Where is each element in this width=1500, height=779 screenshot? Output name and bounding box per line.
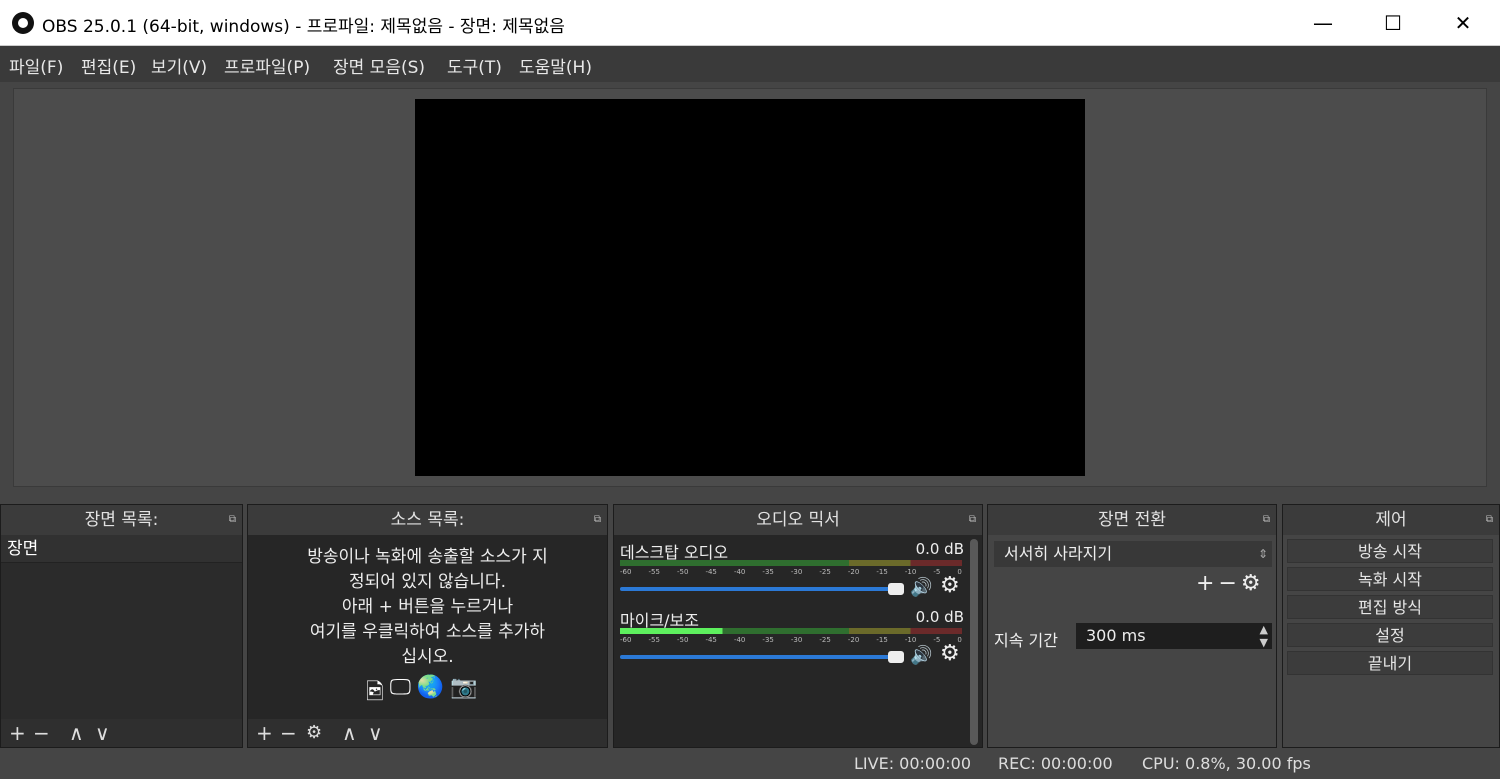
mixer-header-label: 오디오 믹서	[756, 510, 840, 530]
float-dock-icon[interactable]: ⧉	[1263, 505, 1270, 535]
scenes-header-label: 장면 목록:	[84, 510, 159, 530]
controls-dock: 제어 ⧉ 방송 시작 녹화 시작 편집 방식 설정 끝내기	[1282, 504, 1500, 748]
studio-mode-button[interactable]: 편집 방식	[1287, 595, 1493, 619]
menu-bar: 파일(F) 편집(E) 보기(V) 프로파일(P) 장면 모음(S) 도구(T)…	[0, 46, 1500, 82]
duration-input[interactable]: 300 ms ▲ ▼	[1076, 623, 1272, 649]
remove-source-button[interactable]: −	[280, 719, 297, 747]
sources-empty-message: 방송이나 녹화에 송출할 소스가 지 정되어 있지 않습니다. 아래 + 버튼을…	[248, 545, 607, 670]
add-scene-button[interactable]: +	[9, 719, 26, 747]
rec-timer: REC: 00:00:00	[998, 754, 1113, 773]
slider-thumb[interactable]	[888, 583, 904, 595]
transitions-dock: 장면 전환 ⧉ 서서히 사라지기 ⇕ +−⚙ 지속 기간 300 ms ▲ ▼	[987, 504, 1277, 748]
scenes-toolbar: + − ∧ ∨	[1, 719, 242, 747]
meter-ticks: -60 -55 -50 -45 -40 -35 -30 -25 -20 -15 -10 -5 0	[620, 568, 962, 576]
controls-header: 제어 ⧉	[1283, 505, 1499, 535]
move-scene-up-button[interactable]: ∧	[69, 719, 84, 747]
sources-header: 소스 목록: ⧉	[248, 505, 607, 535]
float-dock-icon[interactable]: ⧉	[594, 505, 601, 535]
mixer-scrollbar[interactable]	[970, 539, 978, 745]
volume-meter	[620, 628, 962, 634]
source-properties-button[interactable]: ⚙	[306, 719, 322, 747]
move-source-down-button[interactable]: ∨	[368, 719, 383, 747]
mixer-header: 오디오 믹서 ⧉	[614, 505, 982, 535]
menu-scene-collection[interactable]: 장면 모음(S)	[333, 53, 425, 78]
settings-button[interactable]: 설정	[1287, 623, 1493, 647]
float-dock-icon[interactable]: ⧉	[1486, 505, 1493, 535]
menu-edit[interactable]: 편집(E)	[81, 53, 136, 78]
live-timer: LIVE: 00:00:00	[854, 754, 972, 773]
menu-file[interactable]: 파일(F)	[9, 53, 63, 78]
menu-tools[interactable]: 도구(T)	[447, 53, 502, 78]
transitions-body: 서서히 사라지기 ⇕ +−⚙ 지속 기간 300 ms ▲ ▼	[988, 535, 1276, 747]
camera-icon: 📷	[450, 675, 478, 700]
scenes-list[interactable]: 장면	[1, 535, 242, 719]
cpu-fps: CPU: 0.8%, 30.00 fps	[1142, 754, 1311, 773]
start-streaming-button[interactable]: 방송 시작	[1287, 539, 1493, 563]
add-source-button[interactable]: +	[256, 719, 273, 747]
meter-ticks: -60 -55 -50 -45 -40 -35 -30 -25 -20 -15 -10 -5 0	[620, 636, 962, 644]
transitions-header: 장면 전환 ⧉	[988, 505, 1276, 535]
image-icon: 🖻	[366, 680, 384, 705]
mixer-channels: 데스크탑 오디오 0.0 dB -60 -55 -50 -45 -40 -35 -30 -25…	[614, 535, 982, 747]
gear-icon[interactable]: ⚙	[940, 641, 960, 666]
menu-help[interactable]: 도움말(H)	[519, 53, 592, 78]
audio-mixer-dock: 오디오 믹서 ⧉ 데스크탑 오디오 0.0 dB -60 -55 -50 -45 -40…	[613, 504, 983, 748]
scenes-dock: 장면 목록: ⧉ 장면 + − ∧ ∨	[0, 504, 243, 748]
gear-icon[interactable]: ⚙	[1241, 571, 1265, 596]
menu-view[interactable]: 보기(V)	[151, 53, 207, 78]
float-dock-icon[interactable]: ⧉	[229, 505, 236, 535]
window-title: OBS 25.0.1 (64-bit, windows) - 프로파일: 제목없…	[42, 17, 565, 37]
float-dock-icon[interactable]: ⧉	[969, 505, 976, 535]
transition-select[interactable]: 서서히 사라지기 ⇕	[994, 541, 1272, 567]
sources-header-label: 소스 목록:	[390, 510, 465, 530]
transition-selected-value: 서서히 사라지기	[1004, 544, 1113, 563]
minimize-button[interactable]: —	[1300, 0, 1346, 46]
preview-canvas[interactable]	[415, 99, 1085, 476]
exit-button[interactable]: 끝내기	[1287, 651, 1493, 675]
duration-value: 300 ms	[1086, 626, 1146, 645]
duration-label: 지속 기간	[994, 631, 1058, 650]
globe-icon: 🌏	[416, 675, 445, 700]
status-bar: LIVE: 00:00:00 REC: 00:00:00 CPU: 0.8%, …	[0, 750, 1500, 779]
obs-logo-icon	[12, 12, 34, 34]
volume-slider[interactable]	[620, 651, 904, 663]
monitor-icon: 🖵	[389, 675, 411, 700]
scene-item[interactable]: 장면	[1, 535, 242, 563]
start-recording-button[interactable]: 녹화 시작	[1287, 567, 1493, 591]
sources-toolbar: + − ⚙ ∧ ∨	[248, 719, 607, 747]
move-source-up-button[interactable]: ∧	[342, 719, 357, 747]
empty-line: 십시오.	[401, 647, 454, 667]
controls-body: 방송 시작 녹화 시작 편집 방식 설정 끝내기	[1283, 535, 1499, 747]
channel-volume-db: 0.0 dB	[915, 608, 964, 626]
transitions-header-label: 장면 전환	[1098, 510, 1166, 530]
dropdown-arrow-icon: ⇕	[1257, 547, 1268, 561]
empty-line: 정되어 있지 않습니다.	[349, 572, 506, 592]
empty-line: 아래 + 버튼을 누르거나	[341, 597, 514, 617]
sources-list[interactable]: 방송이나 녹화에 송출할 소스가 지 정되어 있지 않습니다. 아래 + 버튼을…	[248, 535, 607, 719]
source-type-icons: 🖻 🖵 🌏 📷	[366, 675, 478, 713]
add-transition-button[interactable]: +	[1196, 571, 1218, 596]
empty-line: 여기를 우클릭하여 소스를 추가하	[309, 622, 546, 642]
remove-scene-button[interactable]: −	[33, 719, 50, 747]
gear-icon[interactable]: ⚙	[940, 573, 960, 598]
scenes-header: 장면 목록: ⧉	[1, 505, 242, 535]
volume-meter	[620, 560, 962, 566]
title-bar: OBS 25.0.1 (64-bit, windows) - 프로파일: 제목없…	[0, 0, 1500, 46]
maximize-button[interactable]: ☐	[1370, 0, 1416, 46]
remove-transition-button[interactable]: −	[1218, 571, 1240, 596]
transition-tools: +−⚙	[1196, 571, 1265, 596]
slider-thumb[interactable]	[888, 651, 904, 663]
controls-header-label: 제어	[1375, 510, 1407, 530]
spinner-icon[interactable]: ▲ ▼	[1260, 623, 1268, 649]
move-scene-down-button[interactable]: ∨	[95, 719, 110, 747]
speaker-icon[interactable]: 🔊	[910, 645, 932, 666]
speaker-icon[interactable]: 🔊	[910, 577, 932, 598]
volume-slider[interactable]	[620, 583, 904, 595]
empty-line: 방송이나 녹화에 송출할 소스가 지	[307, 547, 548, 567]
sources-dock: 소스 목록: ⧉ 방송이나 녹화에 송출할 소스가 지 정되어 있지 않습니다.…	[247, 504, 608, 748]
close-button[interactable]: ✕	[1440, 0, 1486, 46]
menu-profile[interactable]: 프로파일(P)	[224, 53, 310, 78]
channel-volume-db: 0.0 dB	[915, 540, 964, 558]
